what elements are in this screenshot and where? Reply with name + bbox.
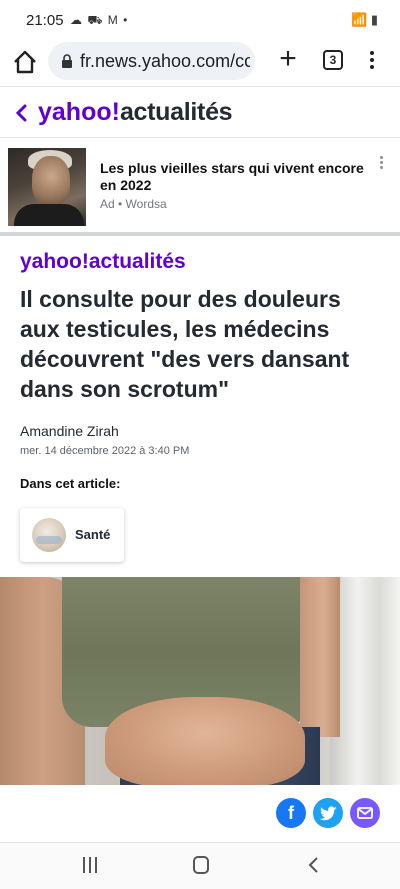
in-article-label: Dans cet article:	[20, 476, 121, 491]
topic-label: Santé	[75, 527, 111, 542]
divider	[0, 232, 400, 236]
brand-section: actualités	[119, 98, 233, 126]
article-brand-wordmark: yahoo!	[20, 250, 89, 273]
system-navigation-bar	[0, 843, 400, 889]
brand-wordmark: yahoo!	[38, 98, 120, 126]
recent-apps-icon[interactable]	[82, 857, 98, 873]
address-bar[interactable]: fr.news.yahoo.com/cc	[48, 42, 255, 80]
home-icon[interactable]	[12, 49, 38, 75]
url-text: fr.news.yahoo.com/cc	[80, 51, 250, 71]
ad-more-options-icon[interactable]	[378, 156, 384, 176]
browser-toolbar: fr.news.yahoo.com/cc + 3	[0, 40, 400, 85]
yahoo-actualites-logo[interactable]: yahoo!actualités	[38, 98, 233, 127]
twitter-share-icon[interactable]	[313, 798, 343, 828]
browser-menu-icon[interactable]	[367, 49, 377, 73]
new-tab-button[interactable]: +	[274, 44, 302, 74]
article-author[interactable]: Amandine Zirah	[20, 423, 119, 439]
ad-thumbnail	[8, 148, 86, 226]
article-brand-section: actualités	[88, 250, 186, 273]
facebook-share-icon[interactable]: f	[276, 798, 306, 828]
article-date: mer. 14 décembre 2022 à 3:40 PM	[20, 445, 190, 457]
signal-battery-icons: 📶 ▮	[351, 12, 378, 27]
share-bar: f	[0, 785, 400, 843]
topic-chip-sante[interactable]: Santé	[20, 508, 124, 562]
status-bar: 21:05 ☁ ⛟ M • 📶 ▮	[0, 0, 400, 40]
lock-icon	[62, 54, 72, 68]
tab-switcher-button[interactable]: 3	[323, 50, 343, 70]
topic-thumbnail	[32, 518, 66, 552]
article-headline: Il consulte pour des douleurs aux testic…	[20, 286, 350, 402]
back-nav-icon[interactable]	[306, 856, 320, 874]
mail-share-icon[interactable]	[350, 798, 380, 828]
ad-title[interactable]: Les plus vieilles stars qui vivent encor…	[100, 160, 370, 194]
sponsored-ad[interactable]: Les plus vieilles stars qui vivent encor…	[0, 138, 400, 232]
notification-icons: ☁ ⛟ M •	[70, 13, 129, 27]
article-brand-logo: yahoo!actualités	[20, 250, 186, 274]
home-nav-icon[interactable]	[193, 856, 209, 874]
article-hero-image	[0, 577, 400, 785]
back-chevron-icon[interactable]	[14, 103, 28, 123]
status-time: 21:05	[26, 12, 64, 29]
site-header: yahoo!actualités	[0, 86, 400, 138]
ad-meta: Ad • Wordsa	[100, 197, 167, 211]
